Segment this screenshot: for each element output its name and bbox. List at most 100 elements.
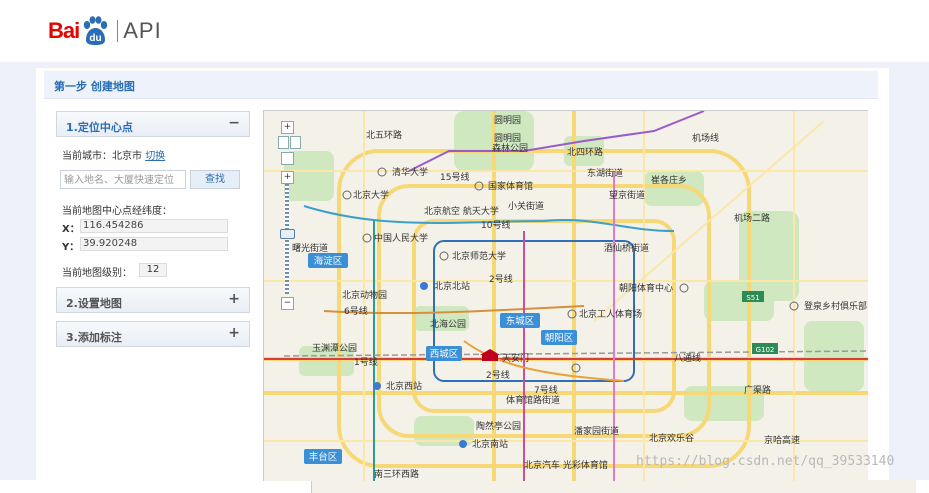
shield-g102: G102 [756,346,775,354]
zoom-in-button[interactable]: + [281,171,294,184]
label-beishida: 北京师范大学 [452,250,506,262]
label-yuanmingyuan-park: 圆明园 [494,133,521,144]
map-navigation-control: + + − [278,121,312,311]
shield-s51: S51 [746,294,759,302]
label-gongti: 北京工人体育场 [579,308,642,320]
pan-right-button[interactable] [290,136,301,149]
label-beijingxizhan: 北京西站 [386,380,422,392]
label-panjiayuan: 潘家园街道 [574,425,619,437]
train-station-icon [420,282,428,290]
label-qinghua: 清华大学 [392,166,428,178]
label-dongfang: 北京欢乐谷 [649,432,694,444]
district-haidian: 海淀区 [314,255,343,267]
label-line7: 7号线 [534,384,558,396]
label-tiyuguan: 体育馆路街道 [506,394,560,406]
coords-label: 当前地图中心点经纬度： [62,206,172,217]
label-chaoyang-tiyu: 朝阳体育中心 [619,282,673,294]
label-line2b: 2号线 [486,369,510,381]
label-line2: 2号线 [489,273,513,285]
label-line1: 1号线 [354,356,378,368]
district-xicheng: 西城区 [430,349,459,360]
label-dongwuyuan: 北京动物园 [342,289,387,301]
label-line10: 10号线 [481,219,510,231]
school-icon [342,190,352,200]
label-beisihuan: 北四环路 [567,146,603,158]
label-wangjing: 望京街道 [609,189,645,201]
label-jiuxianqiao: 酒仙桥街道 [604,242,649,254]
expand-icon[interactable]: + [228,291,240,307]
label-beihang: 北京航空 航天大学 [424,205,499,217]
logo-du-text: du [90,33,102,44]
panel-locate-center-title: 1.定位中心点 [66,121,133,134]
zoom-slider-track[interactable] [285,184,289,294]
latitude-field[interactable]: 39.920248 [80,237,228,251]
label-cuigezhuang: 崔各庄乡 [651,174,687,186]
step-title: 第一步 创建地图 [54,80,135,93]
watermark: https://blog.csdn.net/qq_39533140 [636,454,895,469]
stadium-icon [679,283,689,293]
step-header: 第一步 创建地图 [44,71,878,99]
label-tiananmen: 天安门 [502,352,529,364]
map-svg: 海淀区 东城区 朝阳区 西城区 丰台区 S51 G102 圆明园 北五环路 圆明… [264,111,868,481]
longitude-field[interactable]: 116.454286 [80,219,228,233]
train-station-icon [373,382,381,390]
label-nansanhuan: 南三环西路 [374,468,419,480]
label-jinghu: 京哈高速 [764,434,800,446]
label-beijingnan: 北京南站 [472,438,508,450]
location-search-input[interactable]: 输入地名、大厦快速定位 [60,170,186,189]
label-beijing-beizhan: 北京北站 [434,280,470,292]
label-yuyuantan: 玉渊潭公园 [312,343,357,354]
search-button[interactable]: 查找 [190,170,240,189]
zoom-label: 当前地图级别： [62,268,132,279]
zoom-level-field[interactable]: 12 [139,263,167,277]
label-dongmu: 东湖街道 [587,167,623,179]
logo-bai-text: Bai [48,18,80,43]
zoom-slider-handle[interactable] [280,229,295,239]
panel-set-map-title: 2.设置地图 [66,297,122,310]
panel-add-marker-header[interactable]: 3.添加标注 + [56,321,250,347]
panel-set-map-header[interactable]: 2.设置地图 + [56,287,250,313]
label-senlin-park: 森林公园 [492,142,528,154]
label-xiaoguan: 小关街道 [508,200,544,212]
label-guangqu: 广渠路 [744,384,771,396]
baidu-map-logo[interactable]: Bai du 地图 API [48,12,916,493]
map-canvas[interactable]: 海淀区 东城区 朝阳区 西城区 丰台区 S51 G102 圆明园 北五环路 圆明… [263,110,868,481]
logo-separator [117,20,119,42]
label-line15: 15号线 [440,171,469,183]
paw-icon: du [80,16,110,46]
label-yuanmingyuan: 圆明园 [494,115,521,126]
label-beiwutiao: 北五环路 [366,129,402,141]
expand-icon[interactable]: + [228,325,240,341]
label-renda: 中国人民大学 [374,232,428,244]
label-jichang: 机场线 [692,132,719,144]
label-beihai: 北海公园 [430,318,466,330]
label-dongba: 登泉乡村俱乐部 [804,300,867,312]
district-dongcheng: 东城区 [506,315,535,327]
tiananmen-marker-icon[interactable] [480,349,500,361]
train-station-icon [459,440,467,448]
y-label: Y： [62,242,80,253]
current-city-text: 当前城市：北京市 [62,151,142,162]
panel-locate-center-header[interactable]: 1.定位中心点 − [56,111,250,137]
school-icon [439,251,449,261]
header: Bai du 地图 API [0,0,929,493]
pan-left-button[interactable] [278,136,289,149]
label-line6: 6号线 [344,305,368,317]
panel-add-marker-title: 3.添加标注 [66,331,122,344]
switch-city-link[interactable]: 切换 [145,151,165,162]
label-taoranting: 陶然亭公园 [476,420,521,432]
label-batong: 八通线 [674,352,701,364]
label-guojia-tiyuguan: 国家体育馆 [488,180,533,192]
pan-down-button[interactable] [281,152,294,165]
label-qiche: 北京汽车 光彩体育馆 [524,459,608,471]
label-beida: 北京大学 [353,189,389,201]
pan-up-button[interactable]: + [281,121,294,134]
label-jichang-erlu: 机场二路 [734,212,770,224]
district-fengtai: 丰台区 [309,451,338,463]
collapse-icon[interactable]: − [228,115,240,131]
district-chaoyang: 朝阳区 [545,333,574,344]
logo-api-text: API [123,18,162,43]
x-label: X： [62,224,80,235]
current-city-label: 当前城市：北京市 切换 [62,147,165,162]
zoom-out-button[interactable]: − [281,297,294,310]
